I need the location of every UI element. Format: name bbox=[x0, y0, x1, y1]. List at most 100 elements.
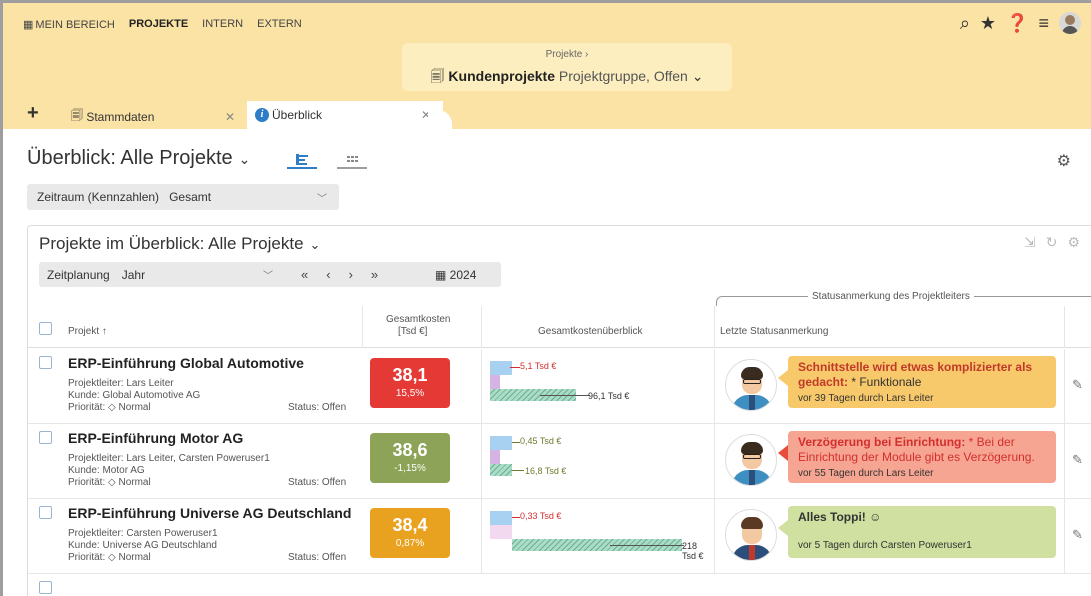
avatar bbox=[725, 434, 777, 486]
nav-prev-button[interactable]: ‹ bbox=[326, 267, 330, 282]
dashboard-icon: ▦ bbox=[23, 19, 34, 31]
settings-sliders-icon[interactable]: ⚙ bbox=[1057, 151, 1071, 171]
col-project[interactable]: Projekt ↑ bbox=[68, 326, 107, 337]
kpi-card[interactable]: 38,4 0,87% bbox=[370, 508, 450, 558]
kpi-card[interactable]: 38,6 -1,15% bbox=[370, 433, 450, 483]
status-note[interactable]: Schnittstelle wird etwas komplizierter a… bbox=[778, 356, 1056, 408]
row-checkbox[interactable] bbox=[39, 431, 52, 444]
edit-pencil-icon[interactable]: ✎ bbox=[1072, 527, 1083, 543]
info-icon: i bbox=[255, 108, 269, 122]
table-row[interactable]: ERP-Einführung Global Automotive Projekt… bbox=[28, 349, 1091, 424]
status-note-title: Verzögerung bei Einrichtung: bbox=[798, 435, 966, 449]
project-name[interactable]: ERP-Einführung Global Automotive bbox=[68, 355, 304, 371]
row-checkbox[interactable] bbox=[39, 581, 52, 594]
help-icon[interactable]: ❓ bbox=[1006, 13, 1028, 34]
nav-intern[interactable]: INTERN bbox=[202, 18, 243, 31]
main-content: Überblick: Alle Projekte ⌄ ⚙ Zeitraum (Ke… bbox=[0, 129, 1091, 596]
search-icon[interactable]: ⌕ bbox=[960, 13, 970, 34]
grid-view-button[interactable] bbox=[337, 151, 367, 169]
table-row[interactable]: ERP-Einführung Motor AG Projektleiter: L… bbox=[28, 424, 1091, 499]
edit-pencil-icon[interactable]: ✎ bbox=[1072, 452, 1083, 468]
col-overview[interactable]: Gesamtkostenüberblick bbox=[538, 326, 643, 337]
year-picker[interactable]: ▦ 2024 bbox=[435, 268, 476, 282]
forecast-bar bbox=[490, 450, 500, 464]
settings-sliders-icon[interactable]: ⚙ bbox=[1067, 234, 1080, 251]
project-name[interactable]: ERP-Einführung Universe AG Deutschland bbox=[68, 505, 351, 521]
export-icon[interactable]: ⇲ bbox=[1024, 234, 1036, 251]
cost-overview-chart: 0,45 Tsd € 16,8 Tsd € bbox=[490, 432, 712, 490]
budget-bar bbox=[490, 436, 512, 450]
mini-top-label: 0,45 Tsd € bbox=[520, 436, 562, 446]
project-priority: Priorität: ◇ Normal bbox=[68, 552, 151, 563]
nav-projekte[interactable]: PROJEKTE bbox=[129, 18, 188, 31]
nav-next-button[interactable]: › bbox=[349, 267, 353, 282]
close-icon[interactable]: ✕ bbox=[225, 110, 235, 124]
project-title[interactable]: 🗐 Kundenprojekte Projektgruppe, Offen ⌄ bbox=[402, 66, 732, 90]
calendar-icon: ▦ bbox=[435, 267, 450, 282]
actual-bar bbox=[490, 464, 512, 476]
select-all-checkbox[interactable] bbox=[39, 322, 52, 335]
project-status: Status: Offen bbox=[288, 402, 347, 413]
menu-icon[interactable]: ≡ bbox=[1038, 13, 1049, 34]
project-subtitle: Projektgruppe, Offen bbox=[558, 68, 688, 84]
page-title[interactable]: Überblick: Alle Projekte ⌄ bbox=[27, 147, 250, 170]
project-selector[interactable]: Projekte › 🗐 Kundenprojekte Projektgrupp… bbox=[402, 43, 732, 91]
tab-label: Stammdaten bbox=[86, 109, 155, 124]
nav-last-button[interactable]: » bbox=[371, 267, 378, 282]
project-leader: Projektleiter: Carsten Poweruser1 bbox=[68, 528, 218, 539]
forecast-bar bbox=[490, 375, 500, 389]
project-priority: Priorität: ◇ Normal bbox=[68, 477, 151, 488]
toolbar-value[interactable]: Jahr bbox=[122, 268, 145, 282]
kpi-card[interactable]: 38,1 15,5% bbox=[370, 358, 450, 408]
status-note-body: ☺ bbox=[865, 510, 882, 524]
kpi-percent: 0,87% bbox=[395, 538, 425, 549]
budget-bar bbox=[490, 511, 512, 525]
project-name[interactable]: ERP-Einführung Motor AG bbox=[68, 430, 243, 446]
col-last-status[interactable]: Letzte Statusanmerkung bbox=[720, 326, 828, 337]
chevron-down-icon: ⌄ bbox=[309, 237, 321, 252]
add-tab-button[interactable]: + bbox=[27, 102, 39, 125]
table-row[interactable]: ERP-Einführung Universe AG Deutschland P… bbox=[28, 499, 1091, 574]
year-label: 2024 bbox=[449, 267, 477, 282]
star-icon[interactable]: ★ bbox=[980, 13, 996, 34]
nav-first-button[interactable]: « bbox=[301, 267, 308, 282]
kpi-value: 38,6 bbox=[392, 440, 428, 460]
status-note[interactable]: Alles Toppi! ☺ vor 5 Tagen durch Carsten… bbox=[778, 506, 1056, 558]
status-note[interactable]: Verzögerung bei Einrichtung: * Bei der E… bbox=[778, 431, 1056, 483]
mini-bottom-label: 218 Tsd € bbox=[682, 541, 704, 561]
nav-mein-bereich[interactable]: ▦ MEIN BEREICH bbox=[23, 18, 115, 31]
project-leader: Projektleiter: Lars Leiter, Carsten Powe… bbox=[68, 453, 270, 464]
status-note-title: Alles Toppi! bbox=[798, 510, 866, 524]
project-priority: Priorität: ◇ Normal bbox=[68, 402, 151, 413]
budget-bar bbox=[490, 361, 512, 375]
status-note-text: Alles Toppi! ☺ bbox=[798, 510, 1046, 525]
mini-top-label: 0,33 Tsd € bbox=[520, 511, 562, 521]
col-costs[interactable]: Gesamtkosten bbox=[386, 314, 450, 325]
user-avatar[interactable] bbox=[1059, 12, 1081, 34]
breadcrumb[interactable]: Projekte › bbox=[402, 49, 732, 60]
chevron-down-icon: ⌄ bbox=[691, 68, 704, 84]
project-status: Status: Offen bbox=[288, 552, 347, 563]
status-group-header: Statusanmerkung des Projektleiters bbox=[808, 291, 974, 302]
filter-value: Gesamt bbox=[169, 190, 212, 204]
table-header: Projekt ↑ Gesamtkosten [Tsd €] Gesamtkos… bbox=[28, 306, 1091, 348]
project-leader: Projektleiter: Lars Leiter bbox=[68, 378, 174, 389]
panel-title[interactable]: Projekte im Überblick: Alle Projekte ⌄ bbox=[39, 234, 320, 254]
row-checkbox[interactable] bbox=[39, 506, 52, 519]
zeitraum-filter[interactable]: Zeitraum (Kennzahlen) Gesamt ﹀ bbox=[27, 184, 339, 210]
row-checkbox[interactable] bbox=[39, 356, 52, 369]
folder-icon: 🗐 bbox=[71, 108, 87, 122]
tab-ueberblick[interactable]: i Überblick ✕ bbox=[247, 101, 443, 129]
main-nav: ▦ MEIN BEREICH PROJEKTE INTERN EXTERN bbox=[23, 18, 302, 31]
nav-extern[interactable]: EXTERN bbox=[257, 18, 302, 31]
mini-bottom-label: 16,8 Tsd € bbox=[525, 466, 567, 476]
chevron-down-icon[interactable]: ﹀ bbox=[263, 267, 273, 282]
gantt-view-button[interactable] bbox=[287, 151, 317, 169]
edit-pencil-icon[interactable]: ✎ bbox=[1072, 377, 1083, 393]
status-note-author: vor 39 Tagen durch Lars Leiter bbox=[798, 393, 934, 404]
refresh-icon[interactable]: ↻ bbox=[1046, 234, 1058, 251]
tab-stammdaten[interactable]: 🗐 Stammdaten ✕ bbox=[71, 104, 247, 129]
table-row-empty bbox=[28, 574, 1091, 596]
toolbar-label: Zeitplanung bbox=[47, 267, 110, 282]
status-note-author: vor 5 Tagen durch Carsten Poweruser1 bbox=[798, 540, 972, 551]
